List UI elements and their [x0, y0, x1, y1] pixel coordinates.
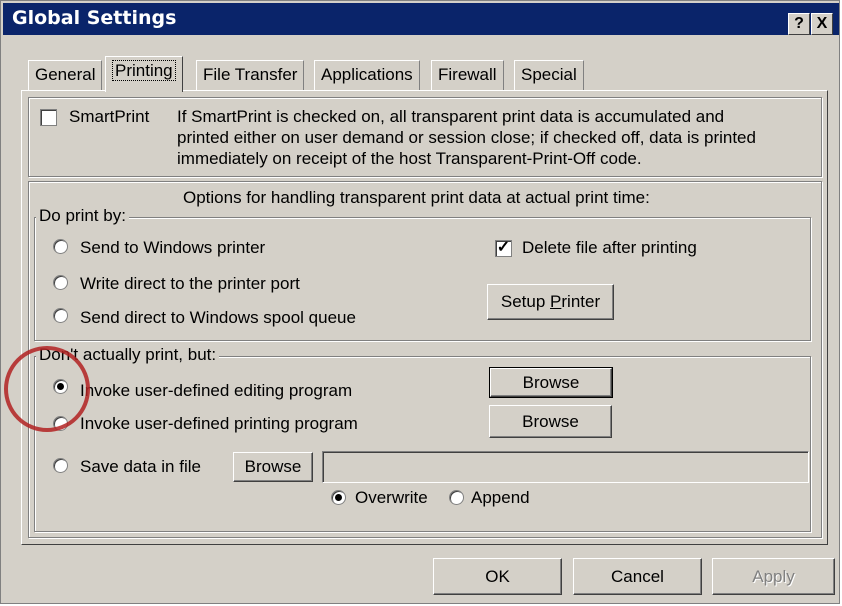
- help-button[interactable]: ?: [788, 13, 810, 35]
- highlight-circle-annotation: [4, 346, 90, 432]
- send-to-windows-printer-radio[interactable]: [53, 239, 68, 254]
- tab-applications[interactable]: Applications: [314, 60, 420, 90]
- do-print-legend: Do print by:: [36, 206, 129, 226]
- browse-editing-program-button[interactable]: Browse: [489, 367, 613, 398]
- close-button[interactable]: X: [811, 13, 833, 35]
- save-data-in-file-label[interactable]: Save data in file: [80, 457, 201, 477]
- tab-general[interactable]: General: [28, 60, 103, 90]
- invoke-editing-program-label[interactable]: Invoke user-defined editing program: [80, 381, 352, 401]
- smartprint-desc-line1: If SmartPrint is checked on, all transpa…: [177, 107, 725, 126]
- write-direct-printer-port-radio[interactable]: [53, 275, 68, 290]
- browse-printing-program-button[interactable]: Browse: [489, 405, 612, 438]
- save-data-in-file-radio[interactable]: [53, 458, 68, 473]
- smartprint-label: SmartPrint: [69, 107, 150, 126]
- overwrite-radio[interactable]: [331, 490, 346, 505]
- send-direct-spool-queue-radio[interactable]: [53, 308, 68, 323]
- send-direct-spool-queue-label[interactable]: Send direct to Windows spool queue: [80, 308, 356, 328]
- tab-printing[interactable]: Printing: [105, 56, 183, 92]
- tab-firewall[interactable]: Firewall: [431, 60, 504, 90]
- send-to-windows-printer-label[interactable]: Send to Windows printer: [80, 238, 265, 258]
- title-bar: Global Settings: [3, 3, 839, 35]
- ok-button[interactable]: OK: [433, 558, 562, 595]
- options-heading: Options for handling transparent print d…: [183, 188, 650, 207]
- browse-save-file-button[interactable]: Browse: [233, 452, 313, 482]
- smartprint-desc-line3: immediately on receipt of the host Trans…: [177, 149, 642, 168]
- invoke-printing-program-label[interactable]: Invoke user-defined printing program: [80, 414, 358, 434]
- write-direct-printer-port-label[interactable]: Write direct to the printer port: [80, 274, 300, 294]
- delete-after-printing-label[interactable]: Delete file after printing: [522, 238, 697, 258]
- setup-printer-button[interactable]: Setup Printer: [487, 284, 614, 320]
- tab-printing-label: Printing: [112, 60, 176, 81]
- append-radio[interactable]: [449, 490, 464, 505]
- tab-special[interactable]: Special: [514, 60, 584, 90]
- save-file-path-field[interactable]: [322, 451, 809, 483]
- overwrite-label[interactable]: Overwrite: [355, 488, 428, 508]
- global-settings-dialog: Global Settings ? X General Printing Fil…: [0, 0, 840, 604]
- window-title: Global Settings: [12, 7, 177, 29]
- apply-button[interactable]: Apply: [712, 558, 835, 595]
- append-label[interactable]: Append: [471, 488, 530, 508]
- smartprint-desc-line2: printed either on user demand or session…: [177, 128, 756, 147]
- cancel-button[interactable]: Cancel: [573, 558, 702, 595]
- delete-after-printing-checkbox[interactable]: ✓: [495, 240, 512, 257]
- tab-file-transfer[interactable]: File Transfer: [196, 60, 305, 90]
- smartprint-checkbox[interactable]: [40, 109, 57, 126]
